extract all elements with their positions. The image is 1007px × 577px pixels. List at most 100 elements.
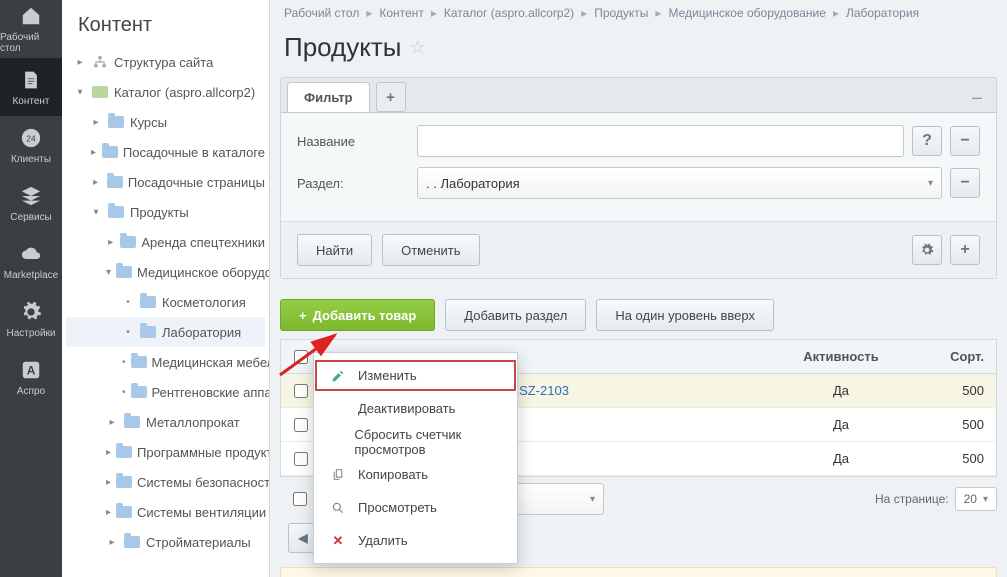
tree-node[interactable]: ▸Аренда спецтехники	[66, 227, 265, 257]
nav-letter-a[interactable]: AАспро	[0, 348, 62, 406]
tree-node[interactable]: •Медицинская мебель	[66, 347, 265, 377]
tree-arrow-icon[interactable]: ▸	[74, 57, 86, 68]
tree-arrow-icon[interactable]: ▸	[106, 537, 118, 548]
ctx-edit[interactable]: Изменить	[314, 359, 517, 392]
tree-node[interactable]: •Косметология	[66, 287, 265, 317]
nav-gear[interactable]: Настройки	[0, 290, 62, 348]
breadcrumb-link[interactable]: Медицинское оборудование	[668, 6, 825, 20]
cloud-icon	[19, 242, 43, 266]
col-sort-header[interactable]: Сорт.	[906, 349, 996, 364]
filter-name-input[interactable]	[417, 125, 904, 157]
tree-arrow-icon[interactable]: ▾	[106, 267, 111, 278]
ctx-reset-counter[interactable]: Сбросить счетчик просмотров	[314, 425, 517, 458]
breadcrumb-link[interactable]: Лаборатория	[846, 6, 919, 20]
breadcrumb-link[interactable]: Рабочий стол	[284, 6, 359, 20]
tree-label: Посадочные в каталоге	[123, 145, 265, 160]
row-active: Да	[776, 417, 906, 432]
row-checkbox[interactable]	[294, 384, 308, 398]
filter-settings-button[interactable]	[912, 235, 942, 265]
tree-node[interactable]: ▸Металлопрокат	[66, 407, 265, 437]
tree-node[interactable]: ▾ Продукты	[66, 197, 265, 227]
tree-node[interactable]: ▸Структура сайта	[66, 47, 265, 77]
chevron-down-icon: ▾	[928, 178, 933, 189]
add-section-button[interactable]: Добавить раздел	[445, 299, 586, 331]
breadcrumb-link[interactable]: Каталог (aspro.allcorp2)	[444, 6, 574, 20]
tree-node[interactable]: ▾Каталог (aspro.allcorp2)	[66, 77, 265, 107]
filter-panel: Фильтр + – Название ? − Раздел: . . Лабо…	[280, 77, 997, 279]
tree-node[interactable]: ▾Медицинское оборудование	[66, 257, 265, 287]
tree-arrow-icon[interactable]: •	[122, 327, 134, 338]
pager-size-select[interactable]: 20 ▾	[955, 487, 997, 511]
folder-icon	[116, 504, 132, 520]
nav-layers[interactable]: Сервисы	[0, 174, 62, 232]
tree-arrow-icon[interactable]: ▸	[90, 177, 101, 188]
nav-clock24[interactable]: 24Клиенты	[0, 116, 62, 174]
tree-node[interactable]: ▸ Курсы	[66, 107, 265, 137]
tree-arrow-icon[interactable]: ▸	[90, 147, 97, 158]
level-up-button[interactable]: На один уровень вверх	[596, 299, 774, 331]
gear-icon	[920, 243, 934, 257]
filter-name-help-button[interactable]: ?	[912, 126, 942, 156]
tree-arrow-icon[interactable]: ▸	[106, 447, 111, 458]
filter-collapse-button[interactable]: –	[972, 87, 982, 108]
filter-add-field-button[interactable]: +	[950, 235, 980, 265]
filter-cancel-button[interactable]: Отменить	[382, 234, 479, 266]
filter-name-remove-button[interactable]: −	[950, 126, 980, 156]
tree-node[interactable]: ▸Стройматериалы	[66, 527, 265, 557]
nav-doc[interactable]: Контент	[0, 58, 62, 116]
filter-add-tab-button[interactable]: +	[376, 82, 406, 112]
tree-pane: Контент ▸Структура сайта▾Каталог (aspro.…	[62, 0, 270, 577]
tree-node[interactable]: ▸Посадочные страницы	[66, 167, 265, 197]
add-item-button[interactable]: +Добавить товар	[280, 299, 435, 331]
breadcrumb-link[interactable]: Контент	[379, 6, 423, 20]
tree-node[interactable]: ▸ Системы вентиляции	[66, 497, 265, 527]
folder-icon	[102, 144, 118, 160]
tree-arrow-icon[interactable]: •	[122, 297, 134, 308]
tree-node[interactable]: •Рентгеновские аппараты	[66, 377, 265, 407]
tree-arrow-icon[interactable]: •	[122, 357, 126, 368]
tree-arrow-icon[interactable]: ▸	[106, 507, 111, 518]
breadcrumb-sep: ▸	[366, 6, 372, 20]
nav-home[interactable]: Рабочий стол	[0, 0, 62, 58]
tree-label: Программные продукты	[137, 445, 270, 460]
row-checkbox[interactable]	[294, 452, 308, 466]
page-title: Продукты	[284, 32, 401, 63]
tree-arrow-icon[interactable]: ▾	[74, 87, 86, 98]
folder-icon	[123, 534, 141, 550]
ctx-deactivate[interactable]: Деактивировать	[314, 392, 517, 425]
ctx-view[interactable]: Просмотреть	[314, 491, 517, 524]
filter-find-button[interactable]: Найти	[297, 234, 372, 266]
tree-node[interactable]: •Лаборатория	[66, 317, 265, 347]
layers-icon	[19, 184, 43, 208]
ctx-copy[interactable]: Копировать	[314, 458, 517, 491]
tree-label: Курсы	[130, 115, 167, 130]
tree-arrow-icon[interactable]: ▸	[106, 237, 115, 248]
col-active-header[interactable]: Активность	[776, 349, 906, 364]
page-title-row: Продукты ☆	[270, 26, 1007, 77]
tree-node[interactable]: ▸Системы безопасности	[66, 467, 265, 497]
tree-label: Системы вентиляции	[137, 505, 266, 520]
select-all-checkbox[interactable]	[294, 350, 308, 364]
tree-arrow-icon[interactable]: ▾	[90, 207, 102, 218]
folder-icon	[116, 264, 132, 280]
ctx-delete[interactable]: ✕ Удалить	[314, 524, 517, 557]
favorite-star-icon[interactable]: ☆	[409, 37, 425, 58]
filter-tab-main[interactable]: Фильтр	[287, 82, 370, 112]
tree-arrow-icon[interactable]: ▸	[106, 477, 111, 488]
tree-arrow-icon[interactable]: ▸	[106, 417, 118, 428]
folder-icon	[116, 444, 132, 460]
copy-icon	[328, 468, 348, 481]
breadcrumb-link[interactable]: Продукты	[594, 6, 648, 20]
tree-node[interactable]: ▸ Посадочные в каталоге	[66, 137, 265, 167]
filter-body: Название ? − Раздел: . . Лаборатория ▾ −	[281, 112, 996, 221]
filter-section-select[interactable]: . . Лаборатория ▾	[417, 167, 942, 199]
tree-label: Продукты	[130, 205, 189, 220]
filter-section-remove-button[interactable]: −	[950, 168, 980, 198]
tree-arrow-icon[interactable]: •	[122, 387, 126, 398]
row-checkbox[interactable]	[294, 418, 308, 432]
tree-arrow-icon[interactable]: ▸	[90, 117, 102, 128]
tree-node[interactable]: ▸Программные продукты	[66, 437, 265, 467]
nav-cloud[interactable]: Marketplace	[0, 232, 62, 290]
select-all-bottom-checkbox[interactable]	[293, 492, 307, 506]
home-icon	[19, 4, 43, 28]
